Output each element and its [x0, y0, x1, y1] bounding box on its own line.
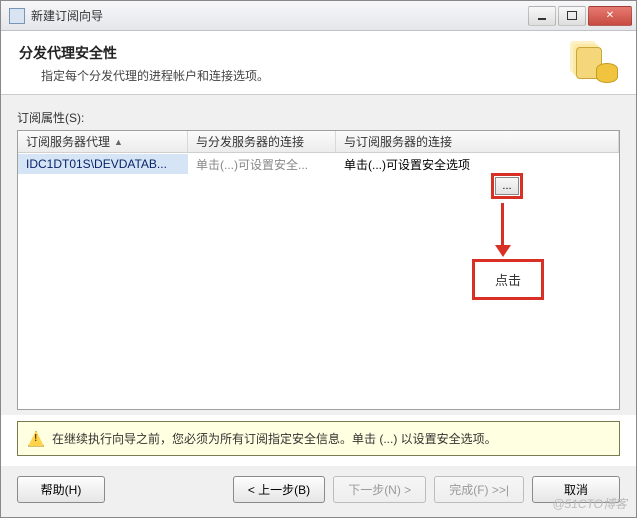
- app-icon: [9, 8, 25, 24]
- cell-subscriber-conn: 单击(...)可设置安全选项: [336, 153, 619, 176]
- properties-label: 订阅属性(S):: [17, 109, 620, 126]
- column-distributor-conn[interactable]: 与分发服务器的连接: [188, 131, 336, 152]
- column-subscriber-conn[interactable]: 与订阅服务器的连接: [336, 131, 619, 152]
- warning-panel: 在继续执行向导之前，您必须为所有订阅指定安全信息。单击 (...) 以设置安全选…: [17, 421, 620, 456]
- wizard-window: 新建订阅向导 分发代理安全性 指定每个分发代理的进程帐户和连接选项。 订阅属性(…: [0, 0, 637, 518]
- window-controls: [526, 6, 632, 26]
- close-button[interactable]: [588, 6, 632, 26]
- warning-text: 在继续执行向导之前，您必须为所有订阅指定安全信息。单击 (...) 以设置安全选…: [52, 430, 497, 447]
- subscription-grid: 订阅服务器代理▲ 与分发服务器的连接 与订阅服务器的连接 IDC1DT01S\D…: [17, 130, 620, 410]
- cancel-button[interactable]: 取消: [532, 476, 620, 503]
- next-button: 下一步(N) >: [333, 476, 426, 503]
- minimize-button[interactable]: [528, 6, 556, 26]
- window-title: 新建订阅向导: [31, 7, 526, 24]
- help-button[interactable]: 帮助(H): [17, 476, 105, 503]
- highlight-ellipsis: ...: [491, 173, 523, 199]
- finish-button: 完成(F) >>|: [434, 476, 524, 503]
- header-panel: 分发代理安全性 指定每个分发代理的进程帐户和连接选项。: [1, 31, 636, 95]
- wizard-icon: [570, 43, 618, 83]
- sort-asc-icon: ▲: [114, 137, 123, 147]
- grid-header: 订阅服务器代理▲ 与分发服务器的连接 与订阅服务器的连接: [18, 131, 619, 153]
- main-content: 订阅属性(S): 订阅服务器代理▲ 与分发服务器的连接 与订阅服务器的连接 ID…: [1, 95, 636, 415]
- callout-label: 点击: [472, 259, 544, 300]
- button-bar: 帮助(H) < 上一步(B) 下一步(N) > 完成(F) >>| 取消: [1, 466, 636, 517]
- cell-distributor-conn: 单击(...)可设置安全...: [188, 153, 336, 176]
- security-options-button[interactable]: ...: [495, 177, 519, 195]
- titlebar[interactable]: 新建订阅向导: [1, 1, 636, 31]
- table-row[interactable]: IDC1DT01S\DEVDATAB... 单击(...)可设置安全... 单击…: [18, 153, 619, 175]
- maximize-button[interactable]: [558, 6, 586, 26]
- warning-icon: [28, 431, 44, 447]
- page-subtitle: 指定每个分发代理的进程帐户和连接选项。: [19, 67, 570, 84]
- cell-agent: IDC1DT01S\DEVDATAB...: [18, 154, 188, 174]
- arrow-icon: [501, 203, 504, 247]
- page-title: 分发代理安全性: [19, 43, 570, 63]
- column-agent[interactable]: 订阅服务器代理▲: [18, 131, 188, 152]
- back-button[interactable]: < 上一步(B): [233, 476, 325, 503]
